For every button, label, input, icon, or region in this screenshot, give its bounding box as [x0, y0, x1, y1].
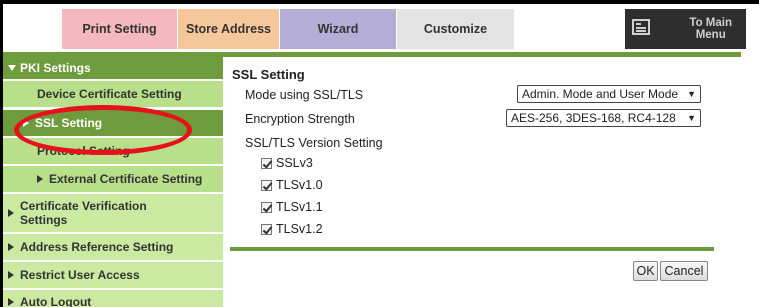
tab-print-setting[interactable]: Print Setting: [62, 9, 178, 49]
sidebar-item-pki-settings[interactable]: PKI Settings: [3, 57, 223, 79]
tab-store-address[interactable]: Store Address: [178, 9, 280, 49]
dropdown-arrow-icon: ▼: [687, 113, 696, 123]
encryption-label: Encryption Strength: [245, 112, 355, 126]
sidebar-item-label: Protocol Setting: [37, 144, 130, 158]
sidebar-item-label: PKI Settings: [20, 61, 91, 75]
mode-select[interactable]: Admin. Mode and User Mode ▼: [517, 85, 701, 103]
sidebar-item-label: Certificate Verification Settings: [20, 199, 147, 227]
checkbox-checked-icon: [261, 201, 272, 213]
arrow-right-icon: [37, 175, 43, 183]
checkbox-checked-icon: [261, 223, 272, 235]
sidebar-item-auto-logout[interactable]: Auto Logout: [3, 290, 223, 307]
to-main-label-line1: To Main: [689, 17, 732, 29]
sidebar-item-label: Address Reference Setting: [20, 240, 174, 254]
main-menu-icon: [632, 19, 650, 35]
to-main-label-line2: Menu: [695, 29, 726, 41]
checkbox-checked-icon: [261, 179, 272, 191]
sidebar-item-restrict-user-access[interactable]: Restrict User Access: [3, 262, 223, 288]
checkbox-tlsv1-1[interactable]: TLSv1.1: [261, 200, 323, 214]
sidebar-item-address-reference[interactable]: Address Reference Setting: [3, 234, 223, 260]
arrow-right-icon: [23, 119, 29, 127]
encryption-select[interactable]: AES-256, 3DES-168, RC4-128 ▼: [506, 109, 701, 127]
top-tab-bar: Print Setting Store Address Wizard Custo…: [3, 4, 759, 52]
dropdown-arrow-icon: ▼: [687, 89, 696, 99]
checkbox-label: TLSv1.1: [276, 200, 323, 214]
tab-wizard[interactable]: Wizard: [280, 9, 397, 49]
sidebar-item-label: Auto Logout: [20, 295, 92, 307]
checkbox-checked-icon: [261, 157, 272, 169]
arrow-right-icon: [8, 209, 14, 217]
checkbox-label: TLSv1.0: [276, 178, 323, 192]
checkbox-label: TLSv1.2: [276, 222, 323, 236]
version-setting-label: SSL/TLS Version Setting: [245, 136, 383, 150]
content-divider: [230, 247, 714, 251]
expanded-arrow-icon: [8, 65, 16, 71]
to-main-menu-label: To Main Menu: [689, 17, 732, 41]
sidebar: PKI Settings Device Certificate Setting …: [3, 57, 223, 307]
arrow-right-icon: [8, 243, 14, 251]
section-title: SSL Setting: [232, 67, 305, 82]
cancel-button[interactable]: Cancel: [660, 261, 708, 281]
sidebar-item-device-certificate[interactable]: Device Certificate Setting: [3, 81, 223, 107]
sidebar-item-certificate-verification[interactable]: Certificate Verification Settings: [3, 194, 223, 232]
checkbox-tlsv1-2[interactable]: TLSv1.2: [261, 222, 323, 236]
encryption-select-value: AES-256, 3DES-168, RC4-128: [511, 111, 676, 125]
sidebar-item-ssl-setting[interactable]: SSL Setting: [3, 110, 223, 136]
sidebar-item-external-certificate[interactable]: External Certificate Setting: [3, 166, 223, 192]
mode-label: Mode using SSL/TLS: [245, 88, 364, 102]
sidebar-item-label: External Certificate Setting: [49, 172, 203, 186]
to-main-menu-button[interactable]: To Main Menu: [625, 9, 747, 49]
arrow-right-icon: [8, 271, 14, 279]
sidebar-label-line1: Certificate Verification: [20, 199, 147, 213]
sidebar-item-label: Restrict User Access: [20, 268, 140, 282]
sidebar-item-label: SSL Setting: [35, 116, 103, 130]
sidebar-item-protocol-setting[interactable]: Protocol Setting: [3, 138, 223, 164]
sidebar-label-line2: Settings: [20, 213, 68, 227]
checkbox-tlsv1-0[interactable]: TLSv1.0: [261, 178, 323, 192]
checkbox-sslv3[interactable]: SSLv3: [261, 156, 313, 170]
mode-select-value: Admin. Mode and User Mode: [522, 87, 679, 101]
tab-customize[interactable]: Customize: [397, 9, 515, 49]
main-content: SSL Setting Mode using SSL/TLS Admin. Mo…: [223, 57, 741, 307]
checkbox-label: SSLv3: [276, 156, 313, 170]
sidebar-item-label: Device Certificate Setting: [37, 87, 182, 101]
arrow-right-icon: [8, 298, 14, 306]
ok-button[interactable]: OK: [633, 261, 658, 281]
